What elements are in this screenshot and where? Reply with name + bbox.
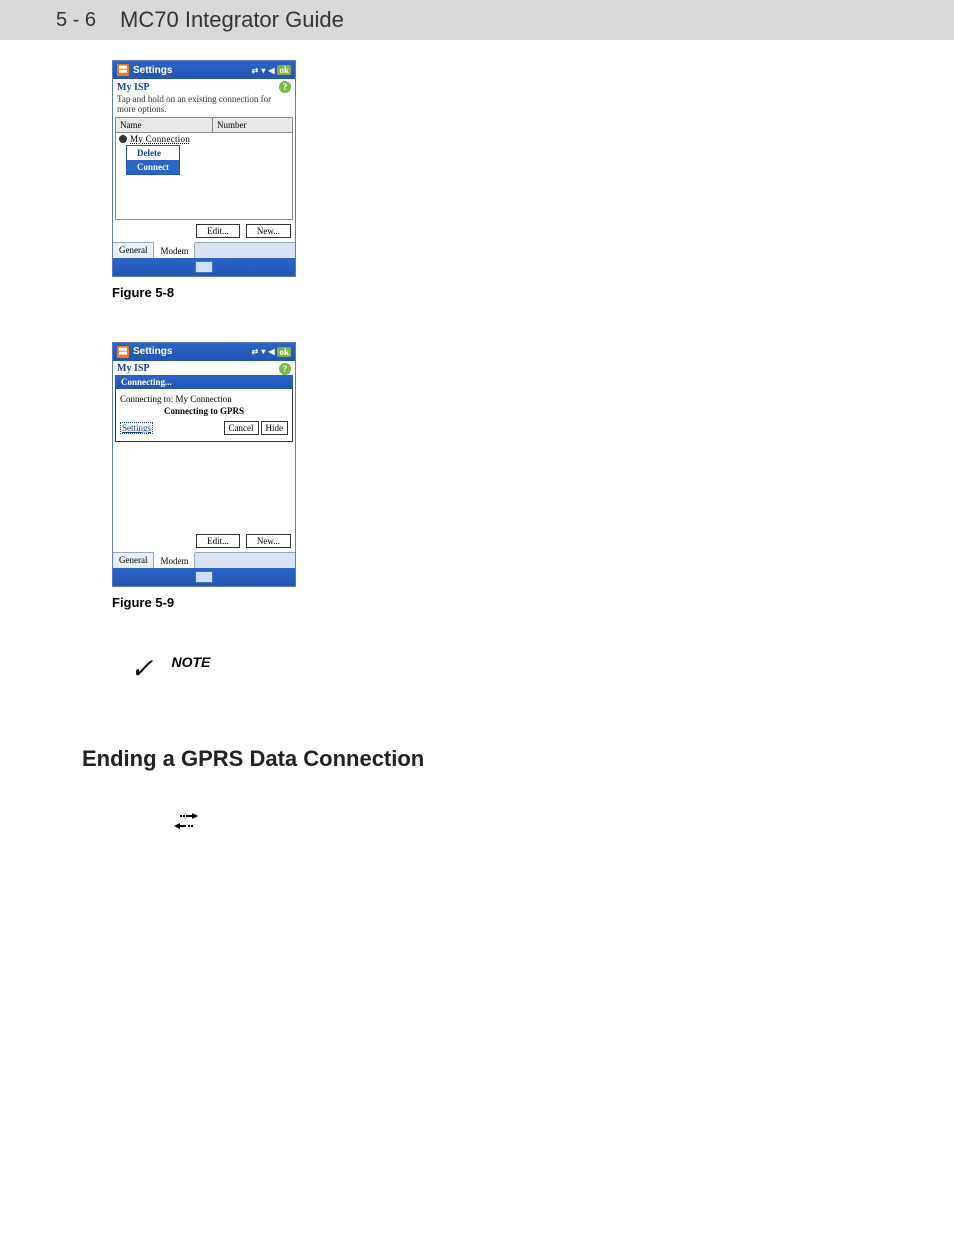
connection-label: My Connection <box>130 134 190 144</box>
bottom-bar <box>113 258 295 276</box>
ok-button[interactable]: ok <box>277 347 291 357</box>
empty-area <box>113 442 295 530</box>
note-label: NOTE <box>171 654 210 670</box>
section-heading: Ending a GPRS Data Connection <box>82 746 898 772</box>
hide-button[interactable]: Hide <box>261 421 289 435</box>
cancel-button[interactable]: Cancel <box>224 421 259 435</box>
figure-caption-5-8: Figure 5-8 <box>112 285 898 300</box>
settings-link[interactable]: Settings <box>120 422 153 434</box>
menu-delete[interactable]: Delete <box>127 146 179 160</box>
tab-bar: General Modem <box>113 242 295 258</box>
edit-button[interactable]: Edit... <box>196 224 240 238</box>
edit-button[interactable]: Edit... <box>196 534 240 548</box>
speaker-icon: ◀ <box>268 347 274 356</box>
status-icons: ⇄ ▾ ◀ <box>252 347 275 356</box>
column-name[interactable]: Name <box>116 118 213 132</box>
tab-modem[interactable]: Modem <box>154 552 195 568</box>
connectivity-icon: ⇄ <box>252 347 259 356</box>
new-button[interactable]: New... <box>246 534 291 548</box>
data-arrows-icon <box>174 812 898 839</box>
connections-table: Name Number My Connection Delete Connect <box>115 117 293 220</box>
title-bar-text: Settings <box>133 346 172 357</box>
keyboard-icon[interactable] <box>195 261 213 273</box>
title-bar-text: Settings <box>133 65 172 76</box>
popup-title: Connecting... <box>115 375 293 389</box>
column-number[interactable]: Number <box>213 118 292 132</box>
page-header: 5 - 6 MC70 Integrator Guide <box>0 0 954 40</box>
connectivity-icon: ⇄ <box>252 66 259 75</box>
title-bar: Settings ⇄ ▾ ◀ ok <box>113 61 295 79</box>
ok-button[interactable]: ok <box>277 65 291 75</box>
popup-body: Connecting to: My Connection Connecting … <box>115 389 293 442</box>
windows-start-icon[interactable] <box>117 64 129 76</box>
signal-icon: ▾ <box>261 66 265 75</box>
tab-general[interactable]: General <box>113 553 154 568</box>
signal-icon: ▾ <box>261 347 265 356</box>
context-menu: Delete Connect <box>126 145 180 175</box>
screen-title: My ISP <box>117 82 150 93</box>
speaker-icon: ◀ <box>268 66 274 75</box>
new-button[interactable]: New... <box>246 224 291 238</box>
document-title: MC70 Integrator Guide <box>120 9 344 31</box>
connection-icon <box>119 135 127 143</box>
bottom-bar <box>113 568 295 586</box>
screen-title: My ISP <box>117 363 150 374</box>
tab-bar: General Modem <box>113 552 295 568</box>
keyboard-icon[interactable] <box>195 571 213 583</box>
tab-modem[interactable]: Modem <box>154 242 195 258</box>
menu-connect[interactable]: Connect <box>127 160 179 174</box>
hint-text: Tap and hold on an existing connection f… <box>113 95 295 117</box>
connection-row[interactable]: My Connection <box>116 133 292 145</box>
tab-general[interactable]: General <box>113 243 154 258</box>
windows-start-icon[interactable] <box>117 346 129 358</box>
figure-caption-5-9: Figure 5-9 <box>112 595 898 610</box>
screenshot-figure-5-9: Settings ⇄ ▾ ◀ ok My ISP ? Connecting...… <box>112 342 296 587</box>
note-block: ✓ NOTE <box>130 652 898 686</box>
page-number: 5 - 6 <box>56 10 96 30</box>
screenshot-figure-5-8: Settings ⇄ ▾ ◀ ok My ISP ? Tap and hold … <box>112 60 296 277</box>
help-icon[interactable]: ? <box>279 363 291 375</box>
help-icon[interactable]: ? <box>279 81 291 93</box>
popup-line1: Connecting to: My Connection <box>120 393 288 405</box>
checkmark-icon: ✓ <box>130 652 153 686</box>
popup-line2: Connecting to GPRS <box>120 405 288 417</box>
status-icons: ⇄ ▾ ◀ <box>252 66 275 75</box>
title-bar: Settings ⇄ ▾ ◀ ok <box>113 343 295 361</box>
